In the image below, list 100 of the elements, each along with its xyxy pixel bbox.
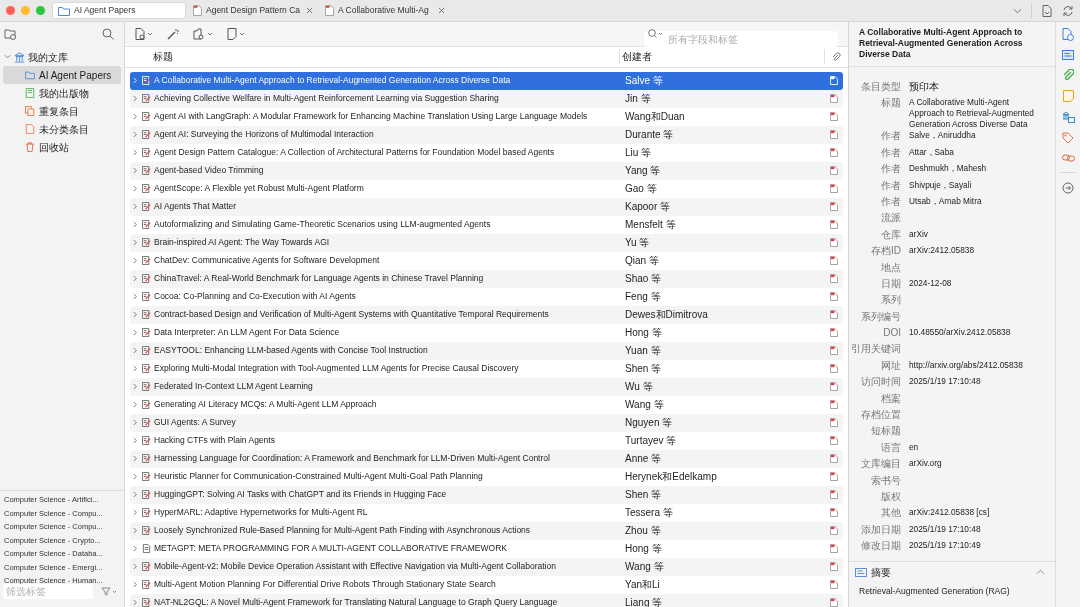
caret-down-icon[interactable] [1013,7,1022,14]
field-label: DOI [882,327,901,341]
chevron-icon[interactable] [133,131,138,139]
chevron-icon[interactable] [133,545,138,553]
tab[interactable]: A Collaborative Multi-Ag [320,2,450,19]
add-attachment-icon[interactable] [193,27,213,40]
title-cell-text: ChatDev: Communicative Agents for Software Development [154,254,381,267]
field-value[interactable]: arXiv [909,228,1035,246]
chevron-icon[interactable] [133,149,138,157]
chevron-icon[interactable] [133,383,138,391]
tab[interactable]: Agent Design Pattern Ca [188,2,318,19]
field-value[interactable]: arXiv.org [909,458,1035,475]
chevron-icon[interactable] [133,329,138,337]
chevron-icon[interactable] [133,563,138,571]
field-value[interactable]: arXiv:2412.05838 [cs] [909,507,1035,524]
chevron-icon[interactable] [133,257,138,265]
collapse-icon[interactable] [1036,569,1045,576]
creator-cell-text: Wang 等 [625,560,665,573]
field-value[interactable]: 2024-12-08 [909,277,1035,295]
field-value[interactable]: Deshmukh，Mahesh [909,163,1035,180]
sync-icon[interactable] [1062,4,1074,17]
chevron-icon[interactable] [133,275,138,283]
chevron-icon[interactable] [133,365,138,373]
field-value[interactable]: http://arxiv.org/abs/2412.05838 [909,359,1035,377]
chevron-icon[interactable] [133,347,138,355]
table-row[interactable]: A Collaborative Multi-Agent Approach to Retrieval-Augmented Generation Across Diverse Data Salve 等 [130,71,843,90]
chevron-icon[interactable] [133,419,138,427]
chevron-icon[interactable] [4,54,11,60]
field-value[interactable]: 2025/1/19 17:10:49 [909,540,1035,557]
collection-item[interactable]: AI Agent Papers [3,66,121,84]
new-note-icon[interactable] [227,27,245,40]
tag-icon[interactable] [1062,132,1074,144]
field-value[interactable]: Utsab，Arnab Mitra [909,195,1035,213]
chevron-icon[interactable] [133,293,138,301]
collection-item[interactable]: 重复条目 [3,102,121,120]
chevron-icon[interactable] [133,203,138,211]
pdf-icon [830,418,838,428]
chevron-icon[interactable] [133,401,138,409]
field-value[interactable]: 2025/1/19 17:10:48 [909,523,1035,541]
collection-item[interactable]: 未分类条目 [3,120,121,138]
chevron-icon[interactable] [133,527,138,535]
field-value[interactable]: Salve，Aniruddha [909,130,1035,147]
chevron-icon[interactable] [133,113,138,121]
document-icon[interactable] [1042,4,1052,17]
new-collection-icon[interactable] [4,28,17,40]
field-value[interactable]: 10.48550/arXiv.2412.05838 [909,327,1035,344]
collection-item[interactable]: 回收站 [3,138,121,156]
chevron-icon[interactable] [133,311,138,319]
field-value[interactable]: Shivpuje，Sayali [909,179,1035,196]
field-value[interactable]: 预印本 [909,81,1035,98]
chevron-icon[interactable] [133,581,138,589]
field-label: 作者 [880,179,901,193]
pdf-icon [830,112,838,122]
field-value[interactable]: 2025/1/19 17:10:48 [909,376,1035,393]
column-header[interactable]: 创建者 [620,49,825,65]
chevron-icon[interactable] [133,491,138,499]
chevron-icon[interactable] [133,473,138,481]
pdf-icon [830,328,838,338]
tab[interactable]: AI Agent Papers [52,2,186,19]
note-icon[interactable] [1062,90,1074,102]
locate-icon[interactable] [1062,182,1074,194]
chevron-icon[interactable] [133,437,138,445]
search-icon[interactable] [102,28,114,40]
chevron-icon[interactable] [133,221,138,229]
field-value[interactable]: A Collaborative Multi-Agent Approach to Retrieval-Augmented Generation Across Diverse Data [909,97,1035,131]
column-header[interactable]: 标题 [125,49,620,65]
tag-filter-field[interactable]: 筛选标签 [3,584,93,599]
abstract-icon[interactable] [1062,50,1074,60]
creator-cell-text: Feng 等 [625,290,662,303]
chevron-icon[interactable] [133,167,138,175]
magic-wand-icon[interactable] [167,27,179,40]
field-label: 作者 [880,195,901,209]
field-value[interactable]: en [909,441,1035,459]
search-icon[interactable] [648,29,664,39]
paperclip-icon[interactable] [831,51,841,62]
title-cell-text: Achieving Collective Welfare in Multi-Agent Reinforcement Learning via Suggestion Sharing [154,92,500,105]
section-heading[interactable]: 摘要 [871,564,1032,580]
collection-item[interactable]: 我的出版物 [3,84,121,102]
chevron-icon[interactable] [133,185,138,193]
close-window-button[interactable] [6,6,15,15]
creator-cell-text: Wang和Duan [625,110,686,123]
field-value[interactable]: arXiv:2412.05838 [909,245,1035,262]
libraries-icon[interactable] [1061,111,1075,123]
field-value[interactable]: Attar，Saba [909,146,1035,164]
search-field[interactable]: 所有字段和标签 [644,31,838,48]
chevron-icon[interactable] [133,95,138,103]
zoom-window-button[interactable] [36,6,45,15]
close-icon[interactable] [438,7,445,14]
close-icon[interactable] [306,7,313,14]
paperclip-icon[interactable] [1062,69,1074,81]
link-icon[interactable] [1061,153,1075,163]
filter-icon[interactable] [101,587,117,596]
new-item-icon[interactable] [135,27,153,40]
creator-cell-text: Yuan 等 [625,344,662,357]
chevron-icon[interactable] [133,239,138,247]
chevron-icon[interactable] [133,455,138,463]
info-icon[interactable] [1062,28,1074,41]
library-label[interactable]: 我的文库 [28,49,68,65]
chevron-icon[interactable] [133,599,138,607]
chevron-icon[interactable] [133,509,138,517]
